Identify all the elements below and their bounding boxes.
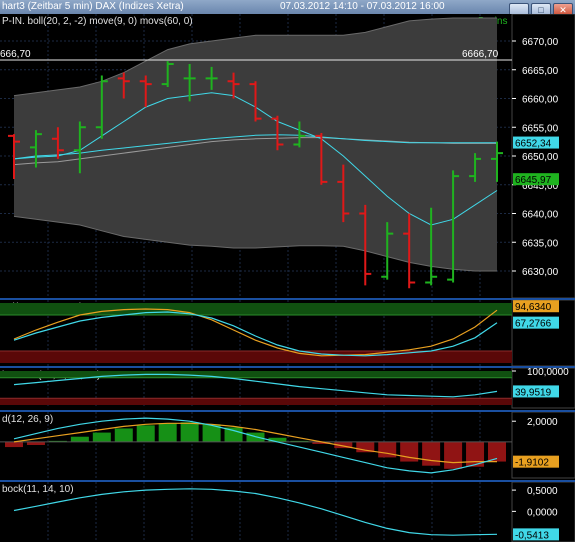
chart-stage: P-IN. boll(20, 2, -2) move(9, 0) movs(60… (0, 14, 575, 542)
histogram-bar (180, 422, 199, 442)
window-title: hart3 (Zeitbar 5 min) DAX (Indizes Xetra… (2, 1, 184, 12)
y-tick-label: 2,0000 (527, 417, 558, 428)
histogram-bar (5, 441, 23, 448)
oversold-zone (0, 398, 512, 405)
y-tick-label: 6665,00 (522, 66, 559, 77)
overbought-zone (0, 303, 512, 315)
pane-header: P-IN. boll(20, 2, -2) move(9, 0) movs(60… (2, 16, 193, 27)
overbought-zone (0, 371, 512, 378)
horizontal-level-label-left: 666,70 (0, 49, 31, 60)
last-value-tag: -1,9102 (515, 458, 549, 469)
pane-background (0, 482, 512, 542)
last-value-tag: -0,5413 (515, 530, 549, 541)
histogram-bar (114, 428, 133, 442)
y-tick-label: 6655,00 (522, 123, 559, 134)
histogram-bar (136, 425, 155, 442)
y-tick-label: 6670,00 (522, 37, 559, 48)
histogram-bar (92, 432, 111, 442)
y-tick-label: 6630,00 (522, 267, 559, 278)
last-value-tag: 6645,97 (515, 175, 552, 186)
window-titlebar[interactable]: hart3 (Zeitbar 5 min) DAX (Indizes Xetra… (0, 0, 575, 17)
y-tick-label: 100,0000 (527, 367, 569, 378)
oversold-zone (0, 351, 512, 363)
histogram-bar (70, 436, 89, 442)
window-date-range: 07.03.2012 14:10 - 07.03.2012 16:00 (280, 1, 445, 12)
y-tick-label: 6635,00 (522, 238, 559, 249)
y-tick-label: 6660,00 (522, 95, 559, 106)
histogram-bar (444, 441, 463, 469)
histogram-bar (158, 423, 177, 442)
last-value-tag: 6652,34 (515, 139, 552, 150)
y-tick-label: 6640,00 (522, 210, 559, 221)
last-value-tag: 94,6340 (515, 302, 552, 313)
pane-header: bock(11, 14, 10) (2, 484, 74, 495)
histogram-bar (422, 441, 441, 466)
pane-header: d(12, 26, 9) (2, 414, 53, 425)
y-tick-label: 0,0000 (527, 507, 558, 518)
last-value-tag: 67,2766 (515, 319, 552, 330)
y-tick-label: 6650,00 (522, 152, 559, 163)
horizontal-level-label-right: 6666,70 (462, 49, 499, 60)
last-value-tag: 39,9519 (515, 387, 552, 398)
y-tick-label: 0,5000 (527, 486, 558, 497)
